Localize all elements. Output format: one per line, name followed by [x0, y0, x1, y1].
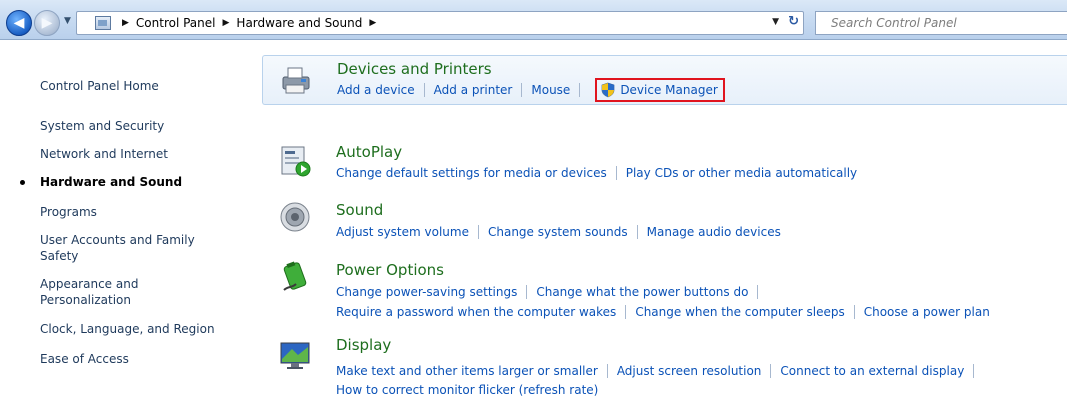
link-add-a-printer[interactable]: Add a printer	[434, 83, 513, 97]
display-links-row2: How to correct monitor flicker (refresh …	[336, 383, 598, 397]
link-change-power-saving-settings[interactable]: Change power-saving settings	[336, 285, 517, 299]
link-make-text-larger[interactable]: Make text and other items larger or smal…	[336, 364, 598, 378]
link-divider	[477, 225, 479, 239]
uac-shield-icon	[602, 82, 615, 98]
category-devices-and-printers: Devices and Printers Add a device Add a …	[262, 55, 1067, 105]
control-panel-icon	[95, 16, 111, 30]
link-divider	[423, 83, 425, 97]
refresh-icon[interactable]: ↻	[788, 14, 799, 29]
breadcrumb-chevron-icon[interactable]: ▶	[122, 18, 129, 28]
link-divider	[579, 83, 581, 97]
nav-clock-language-region[interactable]: Clock, Language, and Region	[40, 321, 240, 337]
link-divider	[973, 364, 975, 378]
link-play-cds-automatically[interactable]: Play CDs or other media automatically	[626, 166, 857, 180]
autoplay-icon	[281, 146, 311, 177]
link-change-sleep-time[interactable]: Change when the computer sleeps	[635, 305, 844, 319]
battery-icon	[283, 261, 307, 291]
link-choose-power-plan[interactable]: Choose a power plan	[864, 305, 990, 319]
nav-appearance[interactable]: Appearance and Personalization	[40, 276, 180, 308]
link-change-system-sounds[interactable]: Change system sounds	[488, 225, 628, 239]
autoplay-links: Change default settings for media or dev…	[336, 166, 857, 180]
nav-user-accounts[interactable]: User Accounts and Family Safety	[40, 232, 210, 264]
link-manage-audio-devices[interactable]: Manage audio devices	[647, 225, 781, 239]
speaker-icon	[280, 202, 310, 232]
category-title-sound[interactable]: Sound	[336, 201, 383, 219]
search-placeholder: Search Control Panel	[831, 16, 957, 30]
breadcrumb-control-panel[interactable]: Control Panel	[136, 16, 216, 30]
address-toolbar: ◀ ▶ ▼ ▶ Control Panel ▶ Hardware and Sou…	[0, 0, 1067, 40]
breadcrumb-chevron-icon[interactable]: ▶	[223, 18, 230, 28]
address-dropdown-icon[interactable]: ▼	[772, 17, 779, 27]
sound-links: Adjust system volume Change system sound…	[336, 225, 781, 239]
link-change-power-buttons[interactable]: Change what the power buttons do	[536, 285, 748, 299]
category-autoplay: AutoPlay Change default settings for med…	[262, 140, 1067, 185]
recent-pages-dropdown[interactable]: ▼	[64, 16, 71, 26]
category-title-display[interactable]: Display	[336, 336, 391, 354]
link-add-a-device[interactable]: Add a device	[337, 83, 415, 97]
power-links-row1: Change power-saving settings Change what…	[336, 285, 767, 299]
link-divider	[770, 364, 772, 378]
category-title-autoplay[interactable]: AutoPlay	[336, 143, 402, 161]
link-divider	[615, 166, 617, 180]
search-input[interactable]: Search Control Panel	[815, 11, 1067, 35]
arrow-left-icon: ◀	[13, 15, 25, 31]
device-manager-highlight[interactable]: Device Manager	[595, 78, 725, 102]
link-divider	[757, 285, 759, 299]
category-power-options: Power Options Change power-saving settin…	[262, 258, 1067, 328]
breadcrumb-chevron-icon[interactable]: ▶	[369, 18, 376, 28]
breadcrumb-hardware-and-sound[interactable]: Hardware and Sound	[236, 16, 362, 30]
link-divider	[521, 83, 523, 97]
link-divider	[606, 364, 608, 378]
printer-icon	[282, 67, 310, 94]
display-links-row1: Make text and other items larger or smal…	[336, 364, 983, 378]
nav-control-panel-home[interactable]: Control Panel Home	[40, 78, 240, 94]
nav-network-and-internet[interactable]: Network and Internet	[40, 146, 240, 162]
category-display: Display Make text and other items larger…	[262, 336, 1067, 400]
category-title-devices-and-printers[interactable]: Devices and Printers	[337, 60, 492, 78]
left-navigation: Control Panel Home System and Security N…	[0, 40, 250, 400]
link-require-password-on-wake[interactable]: Require a password when the computer wak…	[336, 305, 616, 319]
link-mouse[interactable]: Mouse	[531, 83, 570, 97]
category-title-power-options[interactable]: Power Options	[336, 261, 444, 279]
link-connect-external-display[interactable]: Connect to an external display	[780, 364, 964, 378]
category-sound: Sound Adjust system volume Change system…	[262, 198, 1067, 243]
current-page-bullet-icon	[20, 180, 25, 185]
back-button[interactable]: ◀	[6, 10, 32, 36]
nav-programs[interactable]: Programs	[40, 204, 240, 220]
link-divider	[526, 285, 528, 299]
link-divider	[625, 305, 627, 319]
arrow-right-icon: ▶	[41, 15, 53, 31]
power-links-row2: Require a password when the computer wak…	[336, 305, 990, 319]
devices-links: Add a device Add a printer Mouse Device …	[337, 78, 725, 102]
nav-ease-of-access[interactable]: Ease of Access	[40, 351, 240, 367]
nav-system-and-security[interactable]: System and Security	[40, 118, 240, 134]
link-adjust-system-volume[interactable]: Adjust system volume	[336, 225, 469, 239]
link-divider	[853, 305, 855, 319]
forward-button[interactable]: ▶	[34, 10, 60, 36]
link-monitor-flicker-help[interactable]: How to correct monitor flicker (refresh …	[336, 383, 598, 397]
link-change-default-media-settings[interactable]: Change default settings for media or dev…	[336, 166, 607, 180]
link-divider	[636, 225, 638, 239]
nav-hardware-and-sound: Hardware and Sound	[40, 175, 183, 189]
link-adjust-screen-resolution[interactable]: Adjust screen resolution	[617, 364, 762, 378]
link-device-manager[interactable]: Device Manager	[620, 83, 717, 97]
monitor-icon	[280, 342, 310, 369]
address-bar[interactable]: ▶ Control Panel ▶ Hardware and Sound ▶ ▼…	[76, 11, 804, 35]
